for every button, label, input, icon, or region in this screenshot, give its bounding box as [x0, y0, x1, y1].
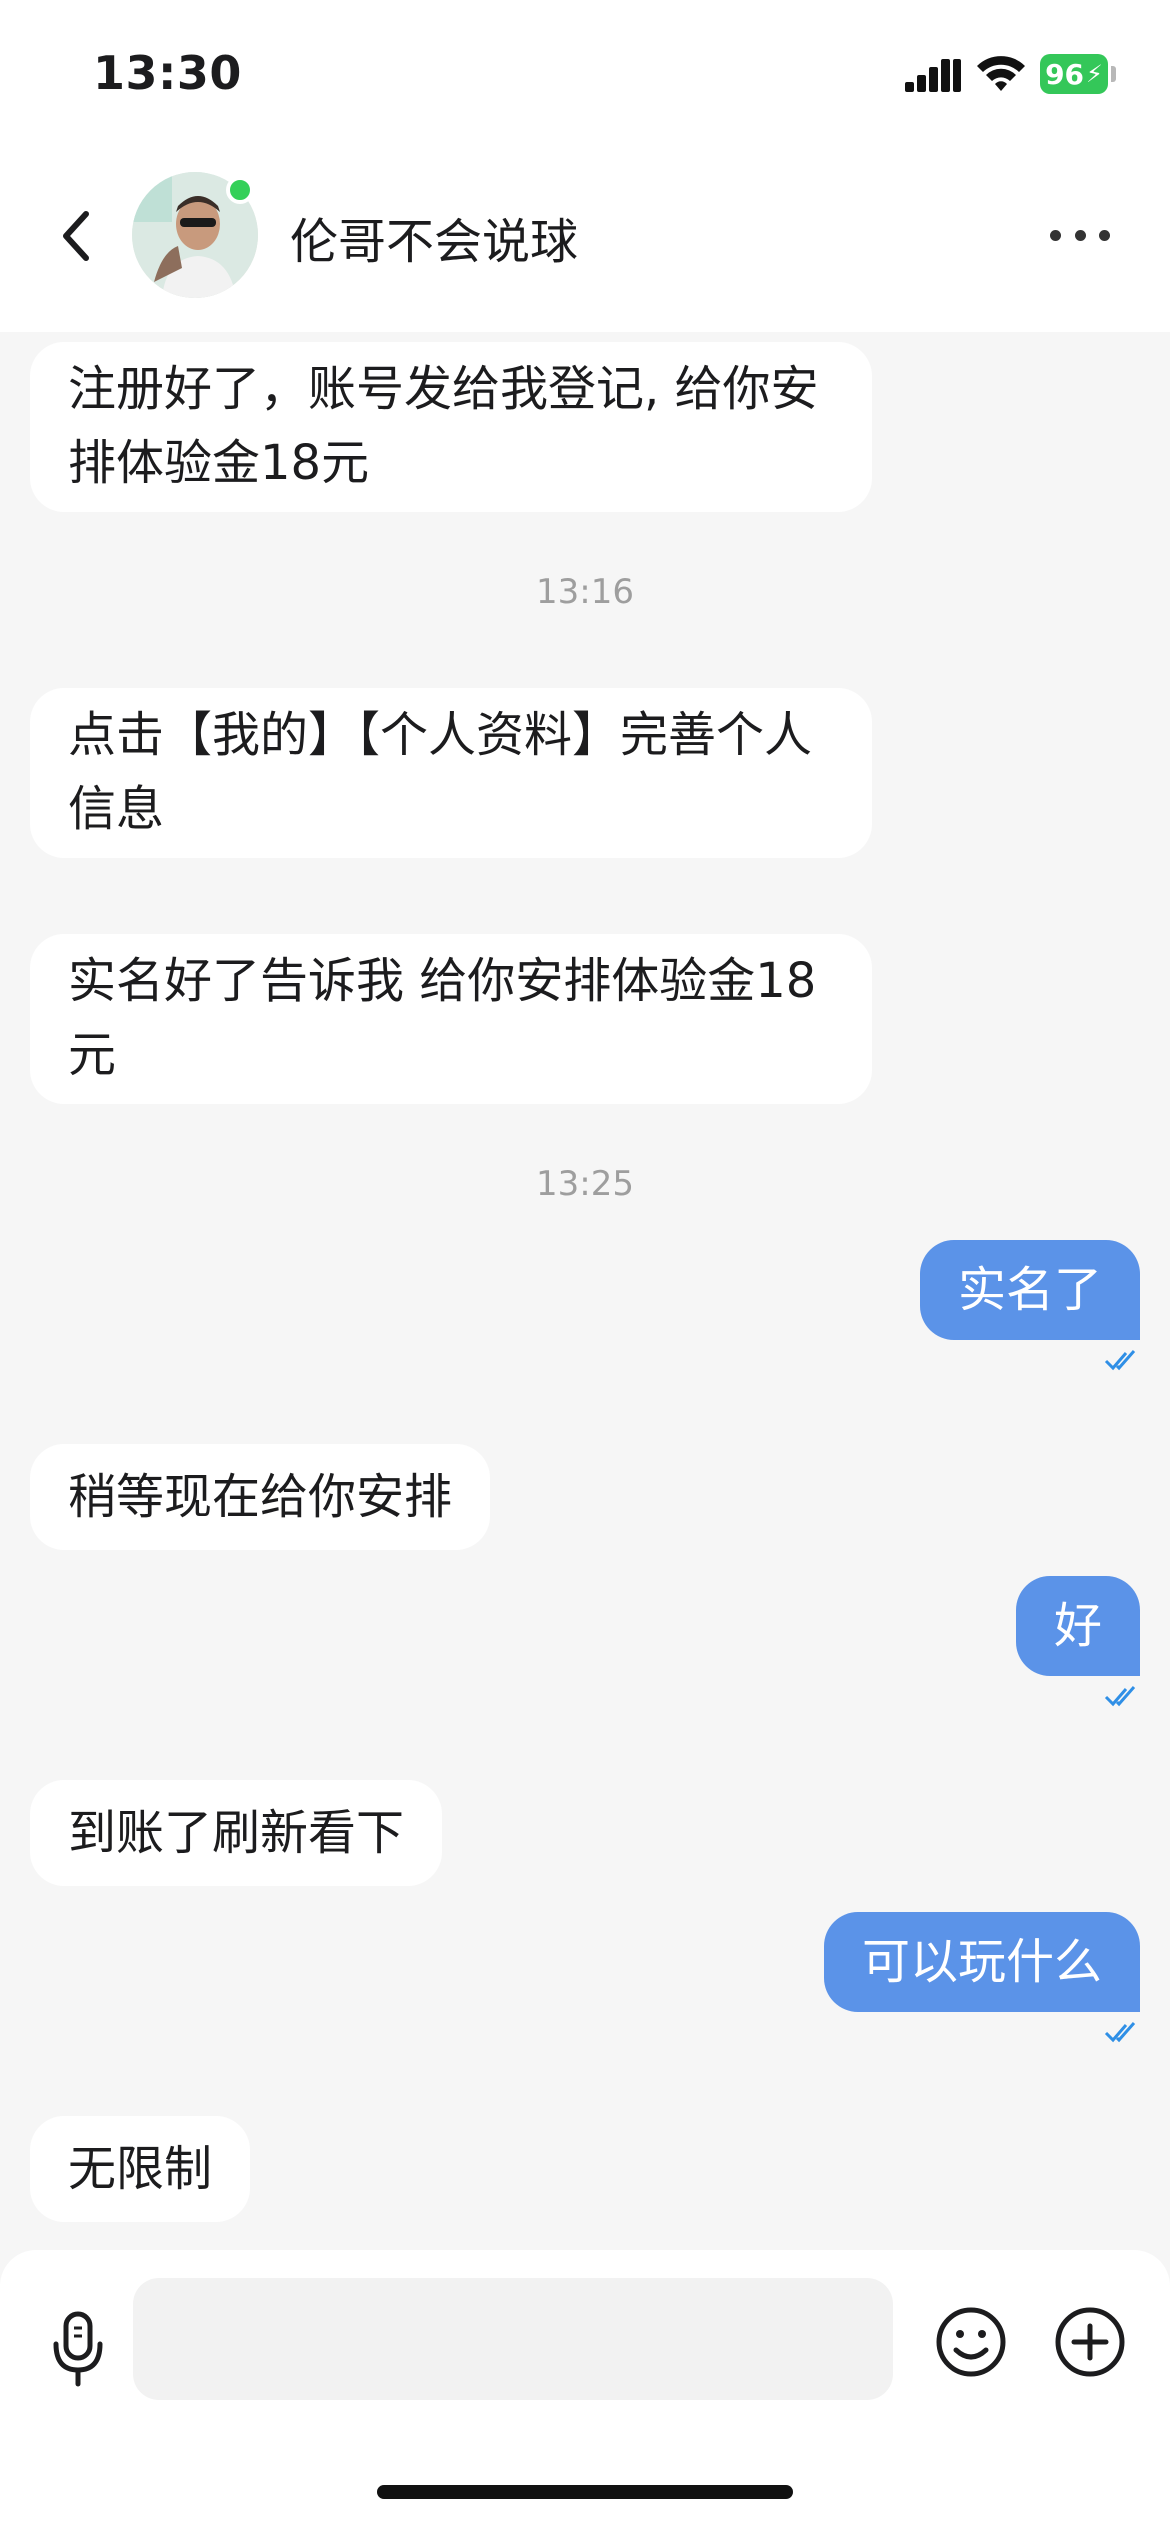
battery-cap: [1111, 66, 1116, 82]
double-check-icon: [1104, 2022, 1136, 2043]
chat-header: 伦哥不会说球: [0, 140, 1170, 332]
message-incoming[interactable]: 点击【我的】【个人资料】完善个人信息: [30, 688, 872, 858]
message-incoming[interactable]: 稍等现在给你安排: [30, 1444, 491, 1550]
microphone-icon[interactable]: [48, 2308, 108, 2388]
wifi-icon: [977, 56, 1025, 91]
smiley-icon[interactable]: [935, 2306, 1007, 2378]
battery-level: 96: [1045, 57, 1085, 91]
message-incoming[interactable]: 无限制: [30, 2116, 251, 2222]
chevron-left-icon[interactable]: [50, 200, 100, 272]
timestamp: 13:25: [536, 1164, 634, 1204]
contact-name[interactable]: 伦哥不会说球: [290, 202, 578, 272]
charging-bolt-icon: ⚡: [1086, 60, 1103, 88]
battery-icon: 96 ⚡: [1040, 54, 1108, 94]
message-outgoing[interactable]: 可以玩什么: [823, 1912, 1140, 2012]
cellular-signal-icon: [905, 59, 961, 92]
status-time: 13:30: [93, 46, 242, 100]
message-incoming[interactable]: 注册好了，账号发给我登记, 给你安排体验金18元: [30, 342, 872, 512]
timestamp: 13:16: [536, 572, 634, 612]
message-outgoing[interactable]: 实名了: [919, 1240, 1140, 1340]
double-check-icon: [1104, 1686, 1136, 1707]
message-list[interactable]: 注册好了，账号发给我登记, 给你安排体验金18元 13:16 点击【我的】【个人…: [0, 332, 1170, 2250]
message-incoming[interactable]: 实名好了告诉我 给你安排体验金18 元: [30, 934, 872, 1104]
more-horizontal-icon[interactable]: [1050, 220, 1110, 250]
message-incoming[interactable]: 到账了刷新看下: [30, 1780, 443, 1886]
home-indicator[interactable]: [377, 2485, 793, 2499]
plus-circle-icon[interactable]: [1054, 2306, 1126, 2378]
online-status-dot: [226, 176, 254, 204]
status-bar: 13:30 96 ⚡: [0, 0, 1170, 140]
message-input[interactable]: [133, 2278, 893, 2400]
chat-screen: 13:30 96 ⚡ 伦哥不会说球 注册好了，账号发给我登记, 给你安排体验金1…: [0, 0, 1170, 2532]
message-outgoing[interactable]: 好: [1015, 1576, 1140, 1676]
double-check-icon: [1104, 1350, 1136, 1371]
